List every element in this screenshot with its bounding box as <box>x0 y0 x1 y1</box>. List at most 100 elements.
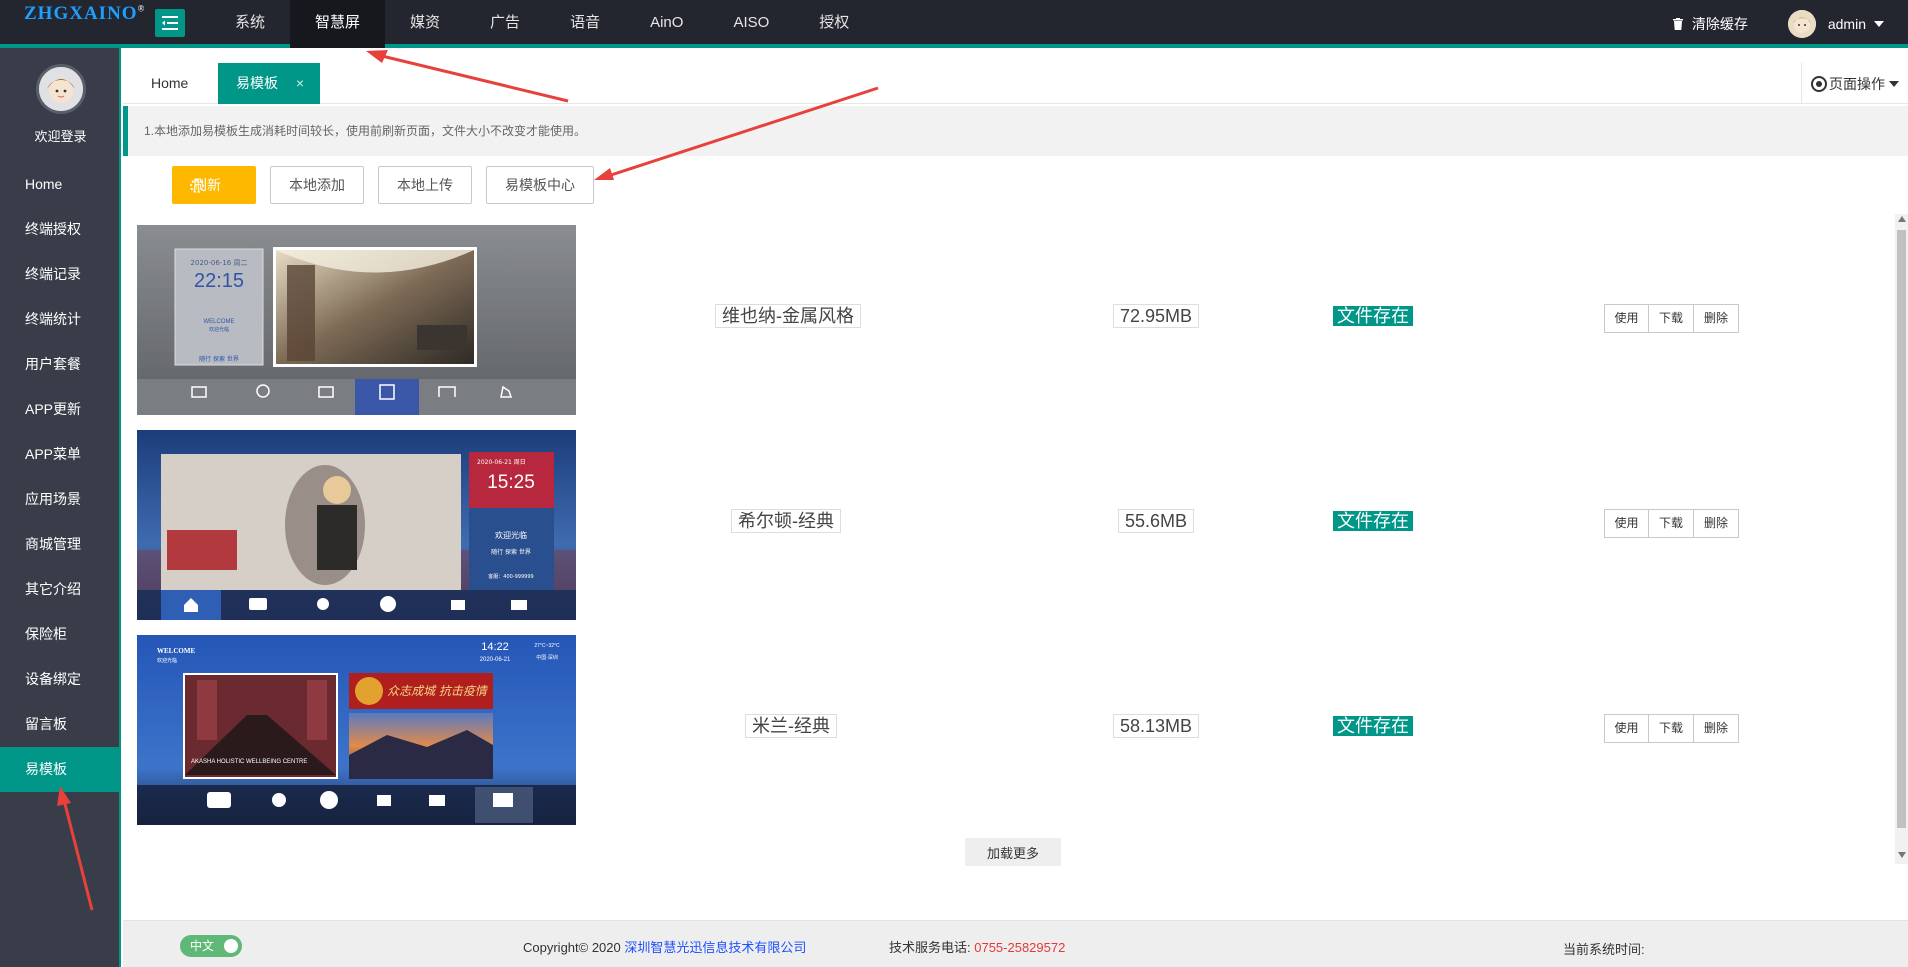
use-button[interactable]: 使用 <box>1604 304 1649 333</box>
user-menu[interactable]: admin <box>1828 16 1884 32</box>
topnav-aiso[interactable]: AISO <box>708 0 794 48</box>
toolbar: 刷新 本地添加 本地上传 易模板中心 <box>172 166 608 204</box>
system-time: 当前系统时间: <box>1563 942 1645 957</box>
username: admin <box>1827 16 1866 32</box>
language-toggle[interactable]: 中文 <box>180 935 242 957</box>
refresh-button[interactable]: 刷新 <box>172 166 256 204</box>
registered-mark: ® <box>137 3 146 14</box>
delete-button[interactable]: 删除 <box>1694 714 1739 743</box>
top-avatar[interactable] <box>1787 10 1816 38</box>
thumb-time: 14:22 <box>481 641 509 653</box>
sidebar-avatar[interactable] <box>36 64 86 114</box>
status-badge: 文件存在 <box>1333 306 1413 326</box>
brand-logo-text: ZHGXAINO <box>24 3 138 24</box>
brand-logo[interactable]: ZHGXAINO® <box>24 3 144 25</box>
topnav-system[interactable]: 系统 <box>210 0 290 48</box>
thumb-footer: 客服：400-999999 <box>488 573 533 580</box>
language-label: 中文 <box>190 939 215 953</box>
template-thumbnail[interactable]: 2020-06-16 周二 22:15 WELCOME 欢迎光临 随行 探索 世… <box>137 225 576 415</box>
tab-home[interactable]: Home <box>123 63 216 104</box>
sidebar: 欢迎登录 Home 终端授权 终端记录 终端统计 用户套餐 APP更新 APP菜… <box>0 48 121 967</box>
download-button[interactable]: 下载 <box>1649 509 1694 538</box>
template-list: 2020-06-16 周二 22:15 WELCOME 欢迎光临 随行 探索 世… <box>137 224 1877 839</box>
sidebar-item-message-board[interactable]: 留言板 <box>0 702 121 747</box>
topnav-voice[interactable]: 语音 <box>545 0 625 48</box>
row-actions: 使用 下载 删除 <box>1604 509 1739 538</box>
sidebar-item-home[interactable]: Home <box>0 162 121 207</box>
toggle-knob <box>224 939 238 953</box>
company-link[interactable]: 深圳智慧光迅信息技术有限公司 <box>624 940 806 955</box>
support-phone: 技术服务电话: 0755-25829572 <box>889 937 1065 956</box>
use-button[interactable]: 使用 <box>1604 714 1649 743</box>
sidebar-item-user-plans[interactable]: 用户套餐 <box>0 342 121 387</box>
topnav-license[interactable]: 授权 <box>794 0 874 48</box>
page-operations-dropdown[interactable]: 页面操作 <box>1801 63 1908 104</box>
status-badge: 文件存在 <box>1333 511 1413 531</box>
sidebar-item-other-intro[interactable]: 其它介绍 <box>0 567 121 612</box>
thumb-welcome: WELCOME <box>203 319 234 325</box>
scroll-down-arrow-icon[interactable] <box>1898 852 1906 858</box>
scrollbar-thumb[interactable] <box>1897 230 1906 828</box>
sidebar-menu: Home 终端授权 终端记录 终端统计 用户套餐 APP更新 APP菜单 应用场… <box>0 162 121 792</box>
sidebar-item-app-update[interactable]: APP更新 <box>0 387 121 432</box>
topnav-smart-screen[interactable]: 智慧屏 <box>290 0 386 48</box>
tab-bar: Home 易模板 × 页面操作 <box>123 52 1908 104</box>
menu-toggle-button[interactable] <box>155 9 185 37</box>
template-size: 72.95MB <box>1113 304 1200 328</box>
scroll-up-arrow-icon[interactable] <box>1898 216 1906 222</box>
thumb-poster: 众志成城 抗击疫情 <box>387 684 489 698</box>
thumb-time: 15:25 <box>487 472 535 493</box>
thumb-footer: 随行 探索 世界 <box>199 355 239 363</box>
download-button[interactable]: 下载 <box>1649 304 1694 333</box>
thumb-weather: 27°C~32°C <box>534 643 560 649</box>
support-label: 技术服务电话: <box>889 940 975 955</box>
local-add-button[interactable]: 本地添加 <box>270 166 364 204</box>
tab-easy-template[interactable]: 易模板 × <box>218 63 320 104</box>
template-preview-milan: WELCOME 欢迎光临 14:22 2020-06-21 27°C~32°C … <box>137 635 576 825</box>
template-preview-vienna: 2020-06-16 周二 22:15 WELCOME 欢迎光临 随行 探索 世… <box>137 225 576 415</box>
thumb-sub: 随行 探索 世界 <box>491 548 531 556</box>
topnav-media[interactable]: 媒资 <box>385 0 465 48</box>
use-button[interactable]: 使用 <box>1604 509 1649 538</box>
top-right-area: 清除缓存 admin <box>1672 0 1884 48</box>
topnav-ads[interactable]: 广告 <box>465 0 545 48</box>
delete-button[interactable]: 删除 <box>1694 304 1739 333</box>
sidebar-item-easy-template[interactable]: 易模板 <box>0 747 121 792</box>
menu-fold-icon <box>162 16 178 30</box>
template-center-button[interactable]: 易模板中心 <box>486 166 594 204</box>
avatar-face-icon <box>1787 10 1816 38</box>
sidebar-item-app-menu[interactable]: APP菜单 <box>0 432 121 477</box>
close-icon[interactable]: × <box>296 63 304 104</box>
thumb-welcome: 欢迎光临 <box>495 530 527 540</box>
target-icon <box>1811 75 1827 92</box>
download-button[interactable]: 下载 <box>1649 714 1694 743</box>
template-thumbnail[interactable]: 2020-06-21 周日 15:25 欢迎光临 随行 探索 世界 客服：400… <box>137 430 576 620</box>
template-preview-hilton: 2020-06-21 周日 15:25 欢迎光临 随行 探索 世界 客服：400… <box>137 430 576 620</box>
topnav-aino[interactable]: AinO <box>625 0 708 48</box>
thumb-caption: AKASHA HOLISTIC WELLBEING CENTRE <box>191 759 307 765</box>
row-actions: 使用 下载 删除 <box>1604 714 1739 743</box>
sidebar-item-scenes[interactable]: 应用场景 <box>0 477 121 522</box>
delete-button[interactable]: 删除 <box>1694 509 1739 538</box>
clear-cache-button[interactable]: 清除缓存 <box>1672 14 1748 34</box>
sidebar-item-terminal-records[interactable]: 终端记录 <box>0 252 121 297</box>
list-item: WELCOME 欢迎光临 14:22 2020-06-21 27°C~32°C … <box>137 634 1877 839</box>
template-thumbnail[interactable]: WELCOME 欢迎光临 14:22 2020-06-21 27°C~32°C … <box>137 635 576 825</box>
local-upload-button[interactable]: 本地上传 <box>378 166 472 204</box>
template-size: 58.13MB <box>1113 714 1200 738</box>
top-bar: ZHGXAINO® 系统 智慧屏 媒资 广告 语音 AinO AISO 授权 清… <box>0 0 1908 48</box>
sidebar-item-mall[interactable]: 商城管理 <box>0 522 121 567</box>
sidebar-item-device-binding[interactable]: 设备绑定 <box>0 657 121 702</box>
tab-label: 易模板 <box>236 75 278 91</box>
thumb-date: 2020-06-21 周日 <box>477 459 526 466</box>
sidebar-item-safe[interactable]: 保险柜 <box>0 612 121 657</box>
template-name: 米兰-经典 <box>745 714 837 738</box>
sidebar-item-terminal-stats[interactable]: 终端统计 <box>0 297 121 342</box>
load-more-button[interactable]: 加载更多 <box>965 838 1061 866</box>
thumb-date: 2020-06-21 <box>480 657 511 663</box>
top-nav: 系统 智慧屏 媒资 广告 语音 AinO AISO 授权 <box>210 0 874 48</box>
trash-icon <box>1672 18 1683 30</box>
thumb-time: 22:15 <box>194 270 244 292</box>
sidebar-item-terminal-auth[interactable]: 终端授权 <box>0 207 121 252</box>
template-name: 维也纳-金属风格 <box>715 304 861 328</box>
